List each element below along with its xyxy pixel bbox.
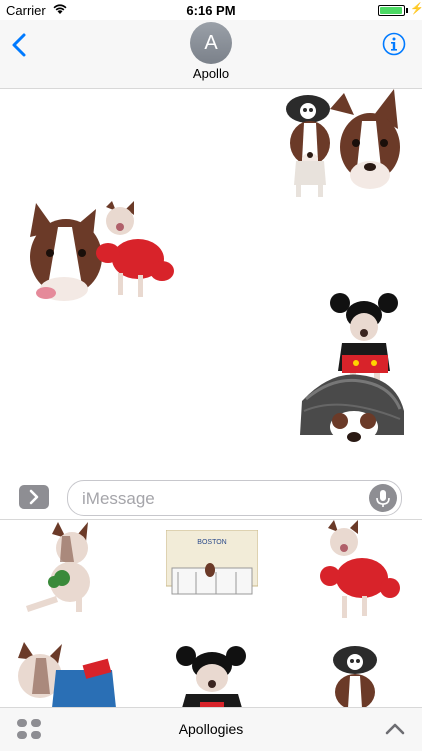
- dog-on-bench-sign[interactable]: BOSTON: [166, 530, 258, 602]
- chevron-right-icon[interactable]: [19, 485, 49, 509]
- dog-with-green-bow[interactable]: [22, 522, 106, 616]
- dog-blue-bag[interactable]: [16, 642, 116, 708]
- message-placeholder: iMessage: [82, 489, 155, 508]
- contact-name[interactable]: Apollo: [0, 66, 422, 81]
- clock: 6:16 PM: [186, 3, 236, 18]
- conversation-header: A Apollo: [0, 20, 422, 89]
- dog-head-and-lobster-costume-sticker[interactable]: [26, 201, 176, 301]
- dog-under-blanket-sticker[interactable]: [300, 371, 404, 445]
- message-list[interactable]: [0, 89, 422, 472]
- dog-pair-panda-hat-sticker[interactable]: [282, 89, 402, 201]
- microphone-icon[interactable]: [369, 484, 397, 512]
- message-input[interactable]: iMessage: [67, 480, 402, 516]
- compose-bar: iMessage: [0, 472, 422, 518]
- chevron-up-icon[interactable]: [384, 720, 406, 738]
- dog-mickey-costume[interactable]: [172, 644, 252, 708]
- svg-text:BOSTON: BOSTON: [197, 539, 226, 546]
- status-bar: Carrier 6:16 PM ⚡: [0, 0, 422, 20]
- chevron-left-icon[interactable]: [8, 30, 32, 60]
- app-bottom-bar: Apollogies: [0, 707, 422, 751]
- dog-lobster-costume[interactable]: [320, 520, 400, 618]
- info-icon[interactable]: [382, 32, 406, 56]
- sticker-drawer[interactable]: BOSTON: [0, 519, 422, 708]
- battery-icon: ⚡: [378, 3, 422, 16]
- sticker-pack-name: Apollogies: [178, 721, 244, 737]
- avatar[interactable]: A: [190, 22, 232, 64]
- dog-panda-hat[interactable]: [330, 644, 380, 708]
